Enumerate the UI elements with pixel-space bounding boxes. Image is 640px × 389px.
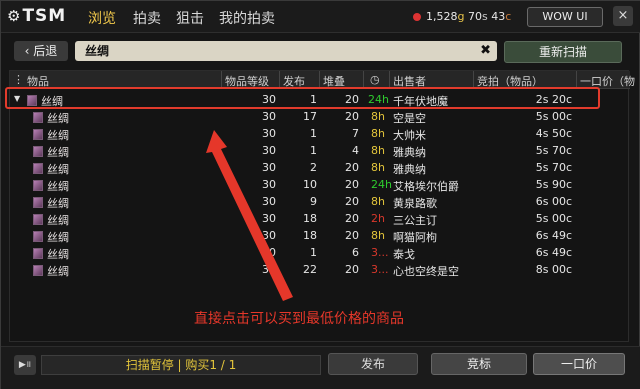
- bid-button[interactable]: 竞标: [431, 353, 527, 375]
- red-arrow: [206, 130, 293, 301]
- arrow-shape: [206, 130, 293, 301]
- tsm-window: ⚙TSM 浏览 拍卖 狙击 我的拍卖 1,528g 70s 43c WOW UI…: [0, 0, 640, 389]
- annotation-text: 直接点击可以买到最低价格的商品: [194, 311, 404, 327]
- post-button[interactable]: 发布: [328, 353, 418, 375]
- scan-status: 扫描暂停 | 购买1 / 1: [41, 355, 321, 375]
- buyout-button[interactable]: 一口价: [533, 353, 625, 375]
- bottom-bar: ▶॥ 扫描暂停 | 购买1 / 1 发布 竞标 一口价: [1, 346, 640, 389]
- play-pause-icon[interactable]: ▶॥: [14, 355, 36, 375]
